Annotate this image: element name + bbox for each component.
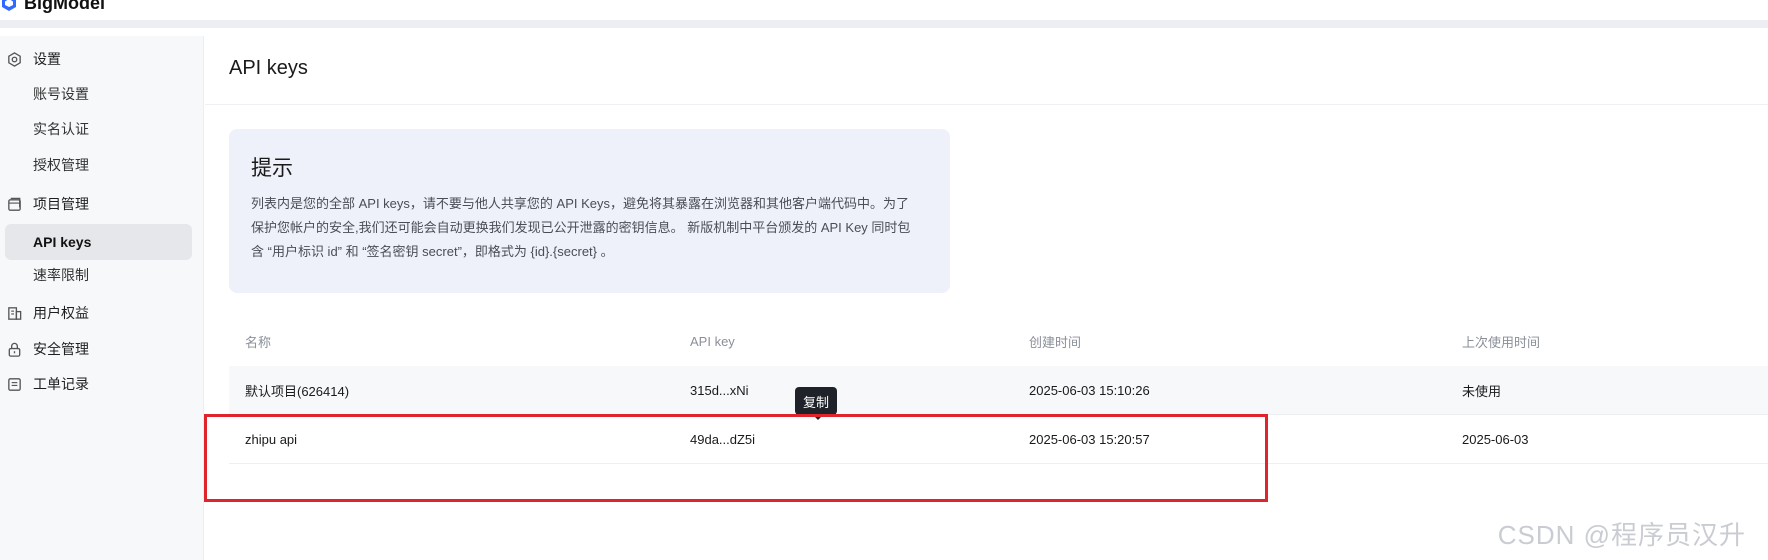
sidebar-item-label: 授权管理 xyxy=(33,157,89,173)
tip-title: 提示 xyxy=(251,157,293,180)
sidebar-item-verification[interactable]: 实名认证 xyxy=(5,111,192,147)
tip-card: 提示 列表内是您的全部 API keys，请不要与他人共享您的 API Keys… xyxy=(229,129,950,293)
title-divider xyxy=(205,104,1768,105)
sidebar-group-label: 项目管理 xyxy=(33,196,89,212)
settings-icon xyxy=(8,51,21,67)
project-icon xyxy=(8,197,21,211)
sidebar-item-api-keys[interactable]: API keys xyxy=(5,224,192,260)
brand-logo-icon xyxy=(2,0,16,11)
ticket-icon xyxy=(8,377,21,391)
rights-icon xyxy=(8,306,22,320)
page-title: API keys xyxy=(229,57,308,79)
header-last-used: 上次使用时间 xyxy=(1462,334,1541,350)
brand[interactable]: BigModel xyxy=(0,0,105,14)
sidebar-group-settings[interactable]: 设置 xyxy=(6,47,61,71)
table-row[interactable]: zhipu api 49da...dZ5i 2025-06-03 15:20:5… xyxy=(229,415,1768,464)
top-bar: BigModel xyxy=(0,0,1768,28)
table-header: 名称 API key 创建时间 上次使用时间 xyxy=(229,316,1768,366)
sidebar-item-account[interactable]: 账号设置 xyxy=(5,76,192,112)
header-name: 名称 xyxy=(245,334,272,350)
copy-tooltip: 复制 xyxy=(795,387,838,420)
sidebar-item-label: 实名认证 xyxy=(33,121,89,137)
sidebar-group-tickets[interactable]: 工单记录 xyxy=(6,372,89,396)
sidebar-item-label: API keys xyxy=(33,234,92,250)
sidebar-item-label: 账号设置 xyxy=(33,86,89,102)
sidebar-group-label: 用户权益 xyxy=(33,305,89,321)
cell-last-used: 2025-06-03 xyxy=(1462,431,1529,447)
cell-created: 2025-06-03 15:10:26 xyxy=(1029,382,1150,398)
cell-name: 默认项目(626414) xyxy=(245,383,350,399)
sidebar-item-label: 速率限制 xyxy=(33,267,89,283)
sidebar-group-label: 工单记录 xyxy=(33,376,89,392)
cell-api-key[interactable]: 315d...xNi xyxy=(690,366,749,414)
cell-created: 2025-06-03 15:20:57 xyxy=(1029,431,1150,447)
header-created: 创建时间 xyxy=(1029,334,1082,350)
cell-name: zhipu api xyxy=(245,431,298,447)
header-api-key: API key xyxy=(690,333,735,349)
sidebar-group-rights[interactable]: 用户权益 xyxy=(6,301,89,325)
api-keys-table: 名称 API key 创建时间 上次使用时间 默认项目(626414) 315d… xyxy=(229,316,1768,464)
main-content: API keys 提示 列表内是您的全部 API keys，请不要与他人共享您的… xyxy=(205,36,1768,560)
tip-body: 列表内是您的全部 API keys，请不要与他人共享您的 API Keys，避免… xyxy=(251,196,911,259)
sidebar-item-rate-limit[interactable]: 速率限制 xyxy=(5,257,192,293)
sidebar-group-label: 安全管理 xyxy=(33,341,89,357)
watermark: CSDN @程序员汉升 xyxy=(1497,520,1746,550)
cell-api-key[interactable]: 49da...dZ5i xyxy=(690,415,755,463)
sidebar-group-projects[interactable]: 项目管理 xyxy=(6,192,89,216)
table-row[interactable]: 默认项目(626414) 315d...xNi 2025-06-03 15:10… xyxy=(229,366,1768,415)
sidebar: 设置 账号设置 实名认证 授权管理 项目管理 API keys 速率限制 用户权… xyxy=(0,36,204,560)
brand-name: BigModel xyxy=(24,0,105,13)
sidebar-group-security[interactable]: 安全管理 xyxy=(6,337,89,361)
lock-icon xyxy=(8,342,21,357)
cell-last-used: 未使用 xyxy=(1462,383,1502,399)
sidebar-group-label: 设置 xyxy=(33,51,61,67)
sidebar-item-authorization[interactable]: 授权管理 xyxy=(5,147,192,183)
